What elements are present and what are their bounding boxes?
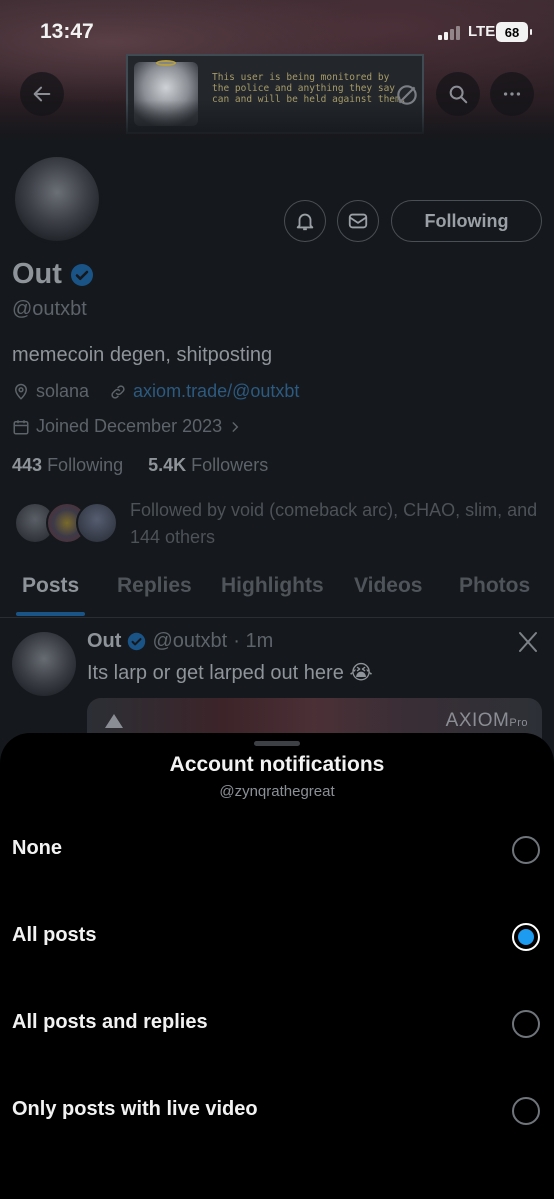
tab-posts[interactable]: Posts xyxy=(22,574,79,598)
app-screen: This user is being monitored by the poli… xyxy=(0,0,554,1199)
verified-badge-icon xyxy=(70,263,93,286)
tab-replies[interactable]: Replies xyxy=(117,574,192,598)
radio-button[interactable] xyxy=(512,1097,540,1125)
followed-by-text[interactable]: Followed by void (comeback arc), CHAO, s… xyxy=(130,497,540,551)
followers-count[interactable]: 5.4K xyxy=(148,455,186,475)
tab-photos[interactable]: Photos xyxy=(459,574,530,598)
sheet-subtitle: @zynqrathegreat xyxy=(219,783,335,800)
axiom-logo-icon xyxy=(105,714,123,728)
option-all-posts-and-replies[interactable]: All posts and replies xyxy=(0,989,554,1059)
profile-name: Out xyxy=(12,258,62,290)
option-label: All posts and replies xyxy=(12,1011,208,1033)
followers-label[interactable]: Followers xyxy=(191,455,268,475)
sheet-grabber[interactable] xyxy=(254,741,300,746)
post-avatar[interactable] xyxy=(12,632,76,696)
back-button[interactable] xyxy=(20,72,64,116)
search-button[interactable] xyxy=(436,72,480,116)
option-label: All posts xyxy=(12,924,97,946)
account-notifications-sheet: Account notifications @zynqrathegreat No… xyxy=(0,733,554,1199)
profile-avatar[interactable] xyxy=(12,154,102,244)
calendar-icon xyxy=(13,419,29,434)
offline-icon xyxy=(390,78,424,112)
profile-link[interactable]: axiom.trade/@outxbt xyxy=(133,381,299,402)
option-all-posts[interactable]: All posts xyxy=(0,902,554,972)
option-label: None xyxy=(12,837,62,859)
following-label[interactable]: Following xyxy=(47,455,123,475)
profile-bio: memecoin degen, shitposting xyxy=(12,344,273,366)
link-icon xyxy=(111,384,125,399)
follower-avatar xyxy=(76,502,118,544)
option-label: Only posts with live video xyxy=(12,1098,258,1120)
arrow-left-icon xyxy=(33,86,51,102)
verified-badge-icon xyxy=(128,632,146,651)
post-time: · 1m xyxy=(233,630,274,652)
profile-stats: 443 Following 5.4K Followers xyxy=(12,455,268,476)
following-button[interactable]: Following xyxy=(391,200,542,242)
profile-tabs: Posts Replies Highlights Videos Photos xyxy=(0,570,554,618)
chevron-right-icon xyxy=(232,421,239,432)
option-none[interactable]: None xyxy=(0,815,554,885)
radio-button[interactable] xyxy=(512,1010,540,1038)
profile-handle: @outxbt xyxy=(12,298,87,320)
post-author-name[interactable]: Out xyxy=(87,630,121,653)
following-count[interactable]: 443 xyxy=(12,455,42,475)
location-pin-icon xyxy=(14,383,28,400)
monitor-notice-image: This user is being monitored by the poli… xyxy=(126,54,424,134)
notifications-bell-button[interactable] xyxy=(284,200,326,242)
x-logo-icon xyxy=(519,632,537,652)
profile-location: solana xyxy=(36,381,90,401)
more-icon xyxy=(503,92,521,96)
profile-joined-row[interactable]: Joined December 2023 xyxy=(12,416,242,437)
active-tab-indicator xyxy=(16,612,85,616)
mascot-image xyxy=(134,62,198,126)
more-button[interactable] xyxy=(490,72,534,116)
battery-icon: 68 xyxy=(496,22,532,42)
post-header: Out @outxbt · 1m xyxy=(87,630,273,653)
status-time: 13:47 xyxy=(40,20,94,43)
post-author-handle: @outxbt xyxy=(152,630,228,652)
tab-highlights[interactable]: Highlights xyxy=(221,574,324,598)
profile-meta-row: solana axiom.trade/@outxbt xyxy=(12,381,299,402)
media-brand-name: AXIOM xyxy=(445,710,510,731)
option-live-video[interactable]: Only posts with live video xyxy=(0,1076,554,1146)
monitor-notice-text: This user is being monitored by the poli… xyxy=(212,72,407,105)
mail-icon xyxy=(348,213,368,229)
post-text: Its larp or get larped out here 😭 xyxy=(87,662,373,684)
signal-icon xyxy=(438,26,462,40)
network-label: LTE xyxy=(468,23,496,40)
sheet-title: Account notifications xyxy=(169,753,385,776)
media-brand-sub: Pro xyxy=(509,717,528,729)
radio-button-selected[interactable] xyxy=(512,923,540,951)
media-brand: AXIOMPro xyxy=(446,710,528,732)
profile-name-row: Out xyxy=(12,258,94,291)
bell-icon xyxy=(296,213,314,231)
halo-icon xyxy=(156,60,176,66)
tab-videos[interactable]: Videos xyxy=(354,574,422,598)
profile-joined: Joined December 2023 xyxy=(36,416,223,436)
search-icon xyxy=(449,85,468,104)
radio-button[interactable] xyxy=(512,836,540,864)
message-button[interactable] xyxy=(337,200,379,242)
